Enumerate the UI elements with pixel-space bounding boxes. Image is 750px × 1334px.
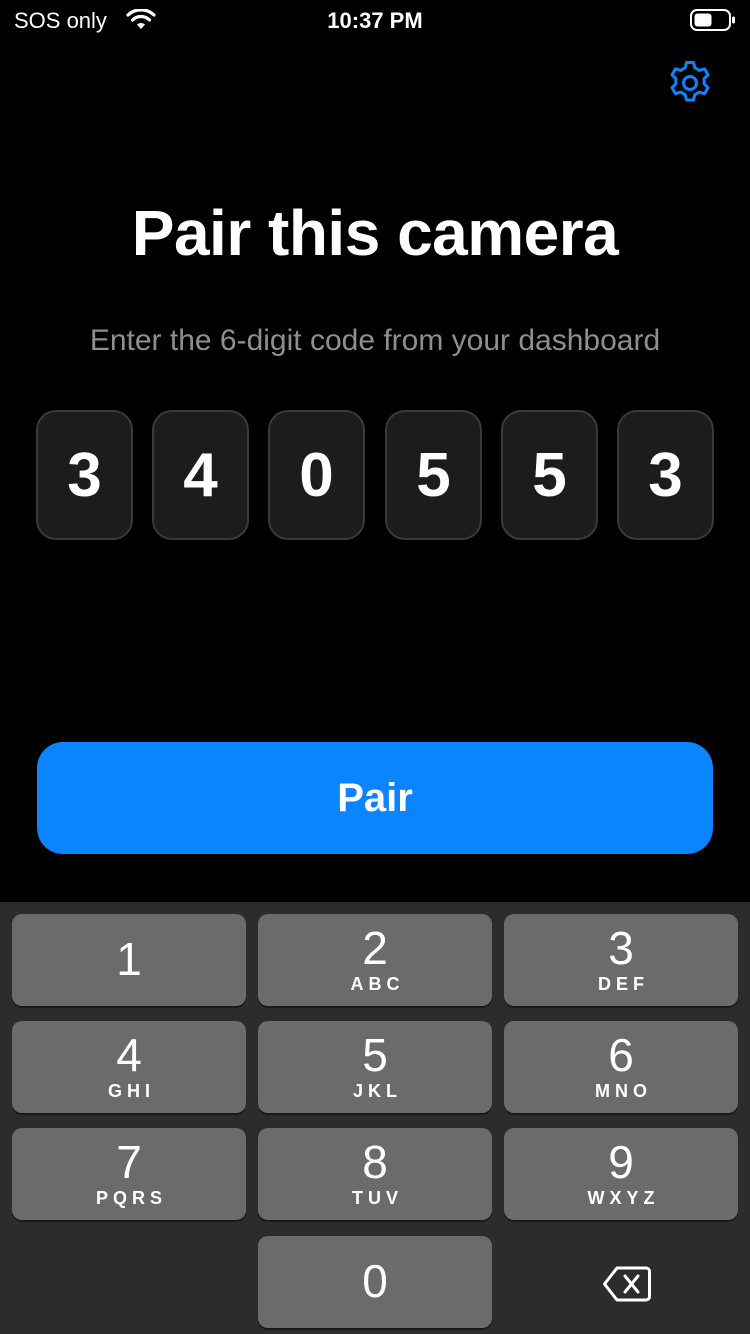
- delete-key[interactable]: [585, 1260, 669, 1312]
- pair-button[interactable]: Pair: [37, 742, 713, 854]
- code-digit-3[interactable]: 0: [268, 410, 365, 540]
- settings-button[interactable]: [665, 60, 715, 110]
- key-number: 0: [362, 1255, 388, 1307]
- key-6[interactable]: 6 MNO: [504, 1021, 738, 1113]
- key-number: 8: [362, 1136, 388, 1188]
- key-5[interactable]: 5 JKL: [258, 1021, 492, 1113]
- key-7[interactable]: 7 PQRS: [12, 1128, 246, 1220]
- key-number: 4: [116, 1029, 142, 1081]
- key-letters: MNO: [595, 1081, 652, 1101]
- code-digit-2[interactable]: 4: [152, 410, 249, 540]
- status-bar: SOS only 10:37 PM: [0, 0, 750, 40]
- key-letters: JKL: [352, 1081, 402, 1101]
- page-subtitle: Enter the 6-digit code from your dashboa…: [89, 324, 661, 357]
- status-time: 10:37 PM: [327, 8, 423, 33]
- code-digit-5[interactable]: 5: [501, 410, 598, 540]
- key-number: 1: [116, 933, 142, 985]
- key-number: 9: [608, 1136, 634, 1188]
- pairing-screen: SOS only 10:37 PM Pair this camera Enter…: [0, 0, 750, 1334]
- key-letters: GHI: [107, 1081, 155, 1101]
- key-number: 6: [608, 1029, 634, 1081]
- code-input[interactable]: 3 4 0 5 5 3: [36, 410, 714, 540]
- key-1[interactable]: 1: [12, 914, 246, 1006]
- number-keypad: 1 2 ABC 3 DEF 4 GHI 5 JKL 6 MNO 7 PQRS 8…: [0, 902, 750, 1334]
- key-8[interactable]: 8 TUV: [258, 1128, 492, 1220]
- key-number: 3: [608, 922, 634, 974]
- key-0[interactable]: 0: [258, 1236, 492, 1328]
- key-4[interactable]: 4 GHI: [12, 1021, 246, 1113]
- key-3[interactable]: 3 DEF: [504, 914, 738, 1006]
- gear-icon: [666, 59, 714, 112]
- backspace-icon: [602, 1265, 652, 1308]
- key-letters: ABC: [350, 974, 405, 994]
- battery-icon: [690, 9, 736, 31]
- code-digit-6[interactable]: 3: [617, 410, 714, 540]
- key-letters: DEF: [598, 974, 649, 994]
- key-letters: TUV: [352, 1188, 403, 1208]
- key-2[interactable]: 2 ABC: [258, 914, 492, 1006]
- key-letters: WXYZ: [587, 1188, 660, 1208]
- key-number: 2: [362, 922, 388, 974]
- page-title: Pair this camera: [131, 197, 619, 269]
- key-number: 5: [362, 1029, 388, 1081]
- key-9[interactable]: 9 WXYZ: [504, 1128, 738, 1220]
- code-digit-4[interactable]: 5: [385, 410, 482, 540]
- code-digit-1[interactable]: 3: [36, 410, 133, 540]
- key-letters: PQRS: [95, 1188, 167, 1208]
- key-number: 7: [116, 1136, 142, 1188]
